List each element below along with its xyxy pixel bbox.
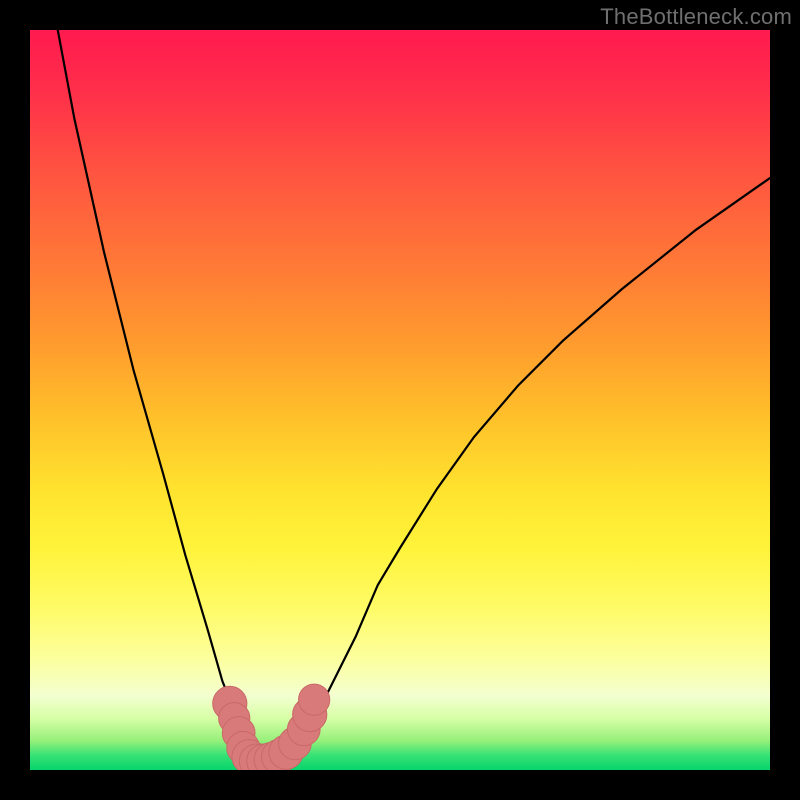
curve-markers <box>213 684 330 770</box>
watermark-text: TheBottleneck.com <box>600 4 792 30</box>
curve-marker <box>299 684 330 715</box>
chart-frame: TheBottleneck.com <box>0 0 800 800</box>
bottleneck-curve <box>30 30 770 763</box>
plot-area <box>30 30 770 770</box>
curve-layer <box>30 30 770 770</box>
